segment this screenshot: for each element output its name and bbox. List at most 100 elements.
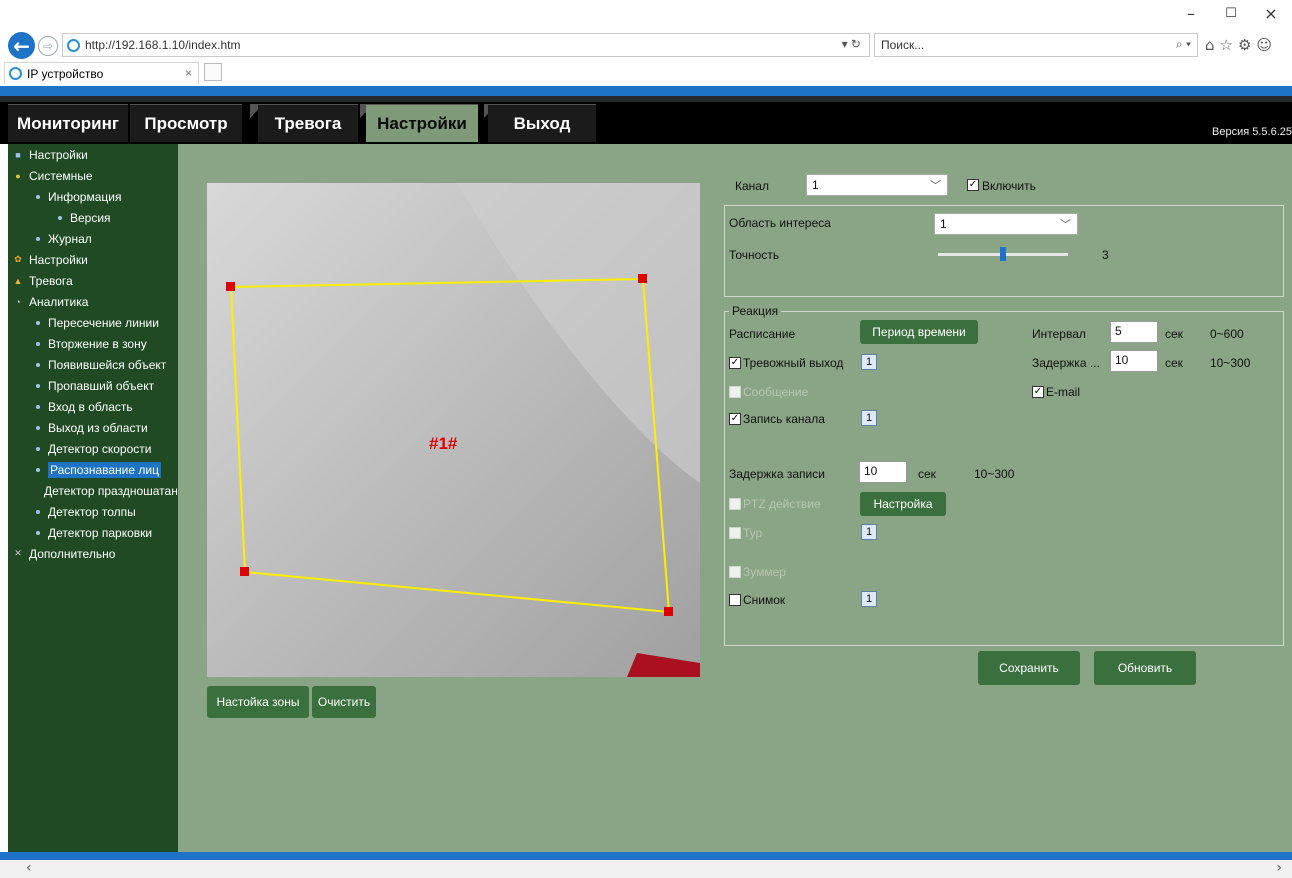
sidebar-item-alarm[interactable]: ▲ Тревога	[8, 270, 178, 291]
minimize-button[interactable]: –	[1176, 4, 1206, 24]
back-button[interactable]: ←	[8, 32, 35, 59]
sidebar-item-object-missing[interactable]: Пропавший объект	[8, 375, 178, 396]
sidebar-item-area-exit[interactable]: Выход из области	[8, 417, 178, 438]
tour-checkbox[interactable]	[729, 527, 741, 539]
sidebar-item-system[interactable]: ● Системные	[8, 165, 178, 186]
scroll-left-icon[interactable]: ‹	[26, 860, 32, 876]
zone-handle[interactable]	[664, 607, 673, 616]
search-placeholder: Поиск...	[881, 38, 925, 52]
address-bar[interactable]: http://192.168.1.10/index.htm ▾ ↻	[62, 33, 870, 57]
alarm-output-label: Тревожный выход	[743, 356, 844, 370]
tools-icon: ✕	[14, 548, 22, 558]
new-tab-button[interactable]	[204, 63, 222, 81]
video-preview[interactable]: #1#	[207, 183, 700, 677]
record-channel-checkbox[interactable]: ✓	[729, 413, 741, 425]
ie-logo-icon	[67, 38, 80, 52]
time-period-button[interactable]: Период времени	[860, 320, 978, 344]
alarm-icon: ▲	[13, 275, 23, 286]
bullet-icon	[36, 467, 40, 472]
accuracy-value: 3	[1102, 248, 1109, 262]
zone-label: #1#	[429, 434, 458, 453]
sidebar-item-object-appeared[interactable]: Появившейся объект	[8, 354, 178, 375]
tour-number[interactable]: 1	[861, 524, 877, 540]
tab-monitoring[interactable]: Мониторинг	[8, 104, 128, 142]
record-channel-label: Запись канала	[743, 412, 825, 426]
sidebar-item-analytics[interactable]: ◔ Аналитика	[8, 291, 178, 312]
tour-label: Тур	[743, 526, 763, 540]
sidebar-item-settings[interactable]: ✿ Настройки	[8, 249, 178, 270]
settings-icon: ■	[15, 149, 21, 160]
app-header: Мониторинг Просмотр Тревога Настройки Вы…	[0, 102, 1292, 144]
maximize-button[interactable]: ☐	[1216, 4, 1246, 24]
tab-close-icon[interactable]: ×	[185, 66, 192, 80]
buzzer-checkbox[interactable]	[729, 566, 741, 578]
ptz-checkbox[interactable]	[729, 498, 741, 510]
record-delay-range: 10~300	[974, 467, 1015, 481]
sidebar-item-area-enter[interactable]: Вход в область	[8, 396, 178, 417]
sidebar-item-version[interactable]: Версия	[8, 207, 178, 228]
bullet-icon	[36, 530, 40, 535]
record-channel-number[interactable]: 1	[861, 410, 877, 426]
snapshot-number[interactable]: 1	[861, 591, 877, 607]
sidebar-item-settings-root[interactable]: ■ Настройки	[8, 144, 178, 165]
bullet-icon	[36, 320, 40, 325]
search-icon[interactable]: ⌕ ▾	[1176, 37, 1191, 52]
sidebar-item-parking[interactable]: Детектор парковки	[8, 522, 178, 543]
scroll-right-icon[interactable]: ›	[1276, 860, 1282, 876]
tab-playback[interactable]: Просмотр	[130, 104, 242, 142]
enable-label: Включить	[982, 179, 1036, 193]
refresh-button[interactable]: Обновить	[1094, 651, 1196, 685]
alarm-output-channel[interactable]: 1	[861, 354, 877, 370]
sidebar-item-loitering[interactable]: Детектор праздношатания	[8, 480, 178, 501]
zone-handle[interactable]	[240, 567, 249, 576]
tab-ie-icon	[9, 67, 22, 80]
delay-input[interactable]: 10	[1110, 350, 1158, 372]
channel-select[interactable]: 1 ﹀	[806, 174, 948, 196]
record-delay-unit: сек	[918, 467, 936, 481]
save-button[interactable]: Сохранить	[978, 651, 1080, 685]
refresh-icon[interactable]: ▾ ↻	[842, 37, 861, 51]
email-checkbox[interactable]: ✓	[1032, 386, 1044, 398]
sidebar-item-advanced[interactable]: ✕ Дополнительно	[8, 543, 178, 564]
zone-setup-button[interactable]: Настойка зоны	[207, 686, 309, 718]
zone-handle[interactable]	[226, 282, 235, 291]
sidebar-item-intrusion[interactable]: Вторжение в зону	[8, 333, 178, 354]
horizontal-scrollbar[interactable]: ‹ ›	[0, 860, 1292, 878]
sidebar-item-speed[interactable]: Детектор скорости	[8, 438, 178, 459]
sidebar-item-log[interactable]: Журнал	[8, 228, 178, 249]
close-window-button[interactable]: ×	[1256, 4, 1286, 24]
sidebar-item-info[interactable]: Информация	[8, 186, 178, 207]
search-input[interactable]: Поиск... ⌕ ▾	[874, 33, 1198, 57]
tab-logout[interactable]: Выход	[488, 104, 596, 142]
forward-button[interactable]: ⇨	[38, 36, 58, 56]
bullet-icon	[58, 215, 62, 220]
toolbar-icons[interactable]: ⌂☆⚙☺	[1205, 36, 1277, 54]
ptz-setup-button[interactable]: Настройка	[860, 492, 946, 516]
address-url[interactable]: http://192.168.1.10/index.htm	[85, 38, 240, 52]
enable-checkbox[interactable]: ✓	[967, 179, 979, 191]
buzzer-label: Зуммер	[743, 565, 786, 579]
channel-label: Канал	[735, 179, 769, 193]
record-delay-input[interactable]: 10	[859, 461, 907, 483]
gear-icon: ✿	[14, 254, 22, 264]
zone-handle[interactable]	[638, 274, 647, 283]
interval-input[interactable]: 5	[1110, 321, 1158, 343]
system-icon: ●	[15, 170, 21, 181]
sidebar-item-crowd[interactable]: Детектор толпы	[8, 501, 178, 522]
bullet-icon	[36, 446, 40, 451]
snapshot-checkbox[interactable]	[729, 594, 741, 606]
roi-select[interactable]: 1 ﹀	[934, 213, 1078, 235]
bullet-icon	[36, 341, 40, 346]
zone-overlay[interactable]: #1#	[207, 183, 700, 677]
tab-settings[interactable]: Настройки	[366, 104, 478, 142]
alarm-output-checkbox[interactable]: ✓	[729, 357, 741, 369]
browser-tab[interactable]: IP устройство ×	[4, 62, 199, 84]
sidebar-item-face-recognition[interactable]: Распознавание лиц	[8, 459, 178, 480]
message-checkbox[interactable]	[729, 386, 741, 398]
tab-alarm[interactable]: Тревога	[258, 104, 358, 142]
accuracy-slider-thumb[interactable]	[1000, 247, 1006, 261]
sidebar-item-line-crossing[interactable]: Пересечение линии	[8, 312, 178, 333]
clear-zone-button[interactable]: Очистить	[312, 686, 376, 718]
interval-label: Интервал	[1032, 327, 1086, 341]
interval-unit: сек	[1165, 327, 1183, 341]
